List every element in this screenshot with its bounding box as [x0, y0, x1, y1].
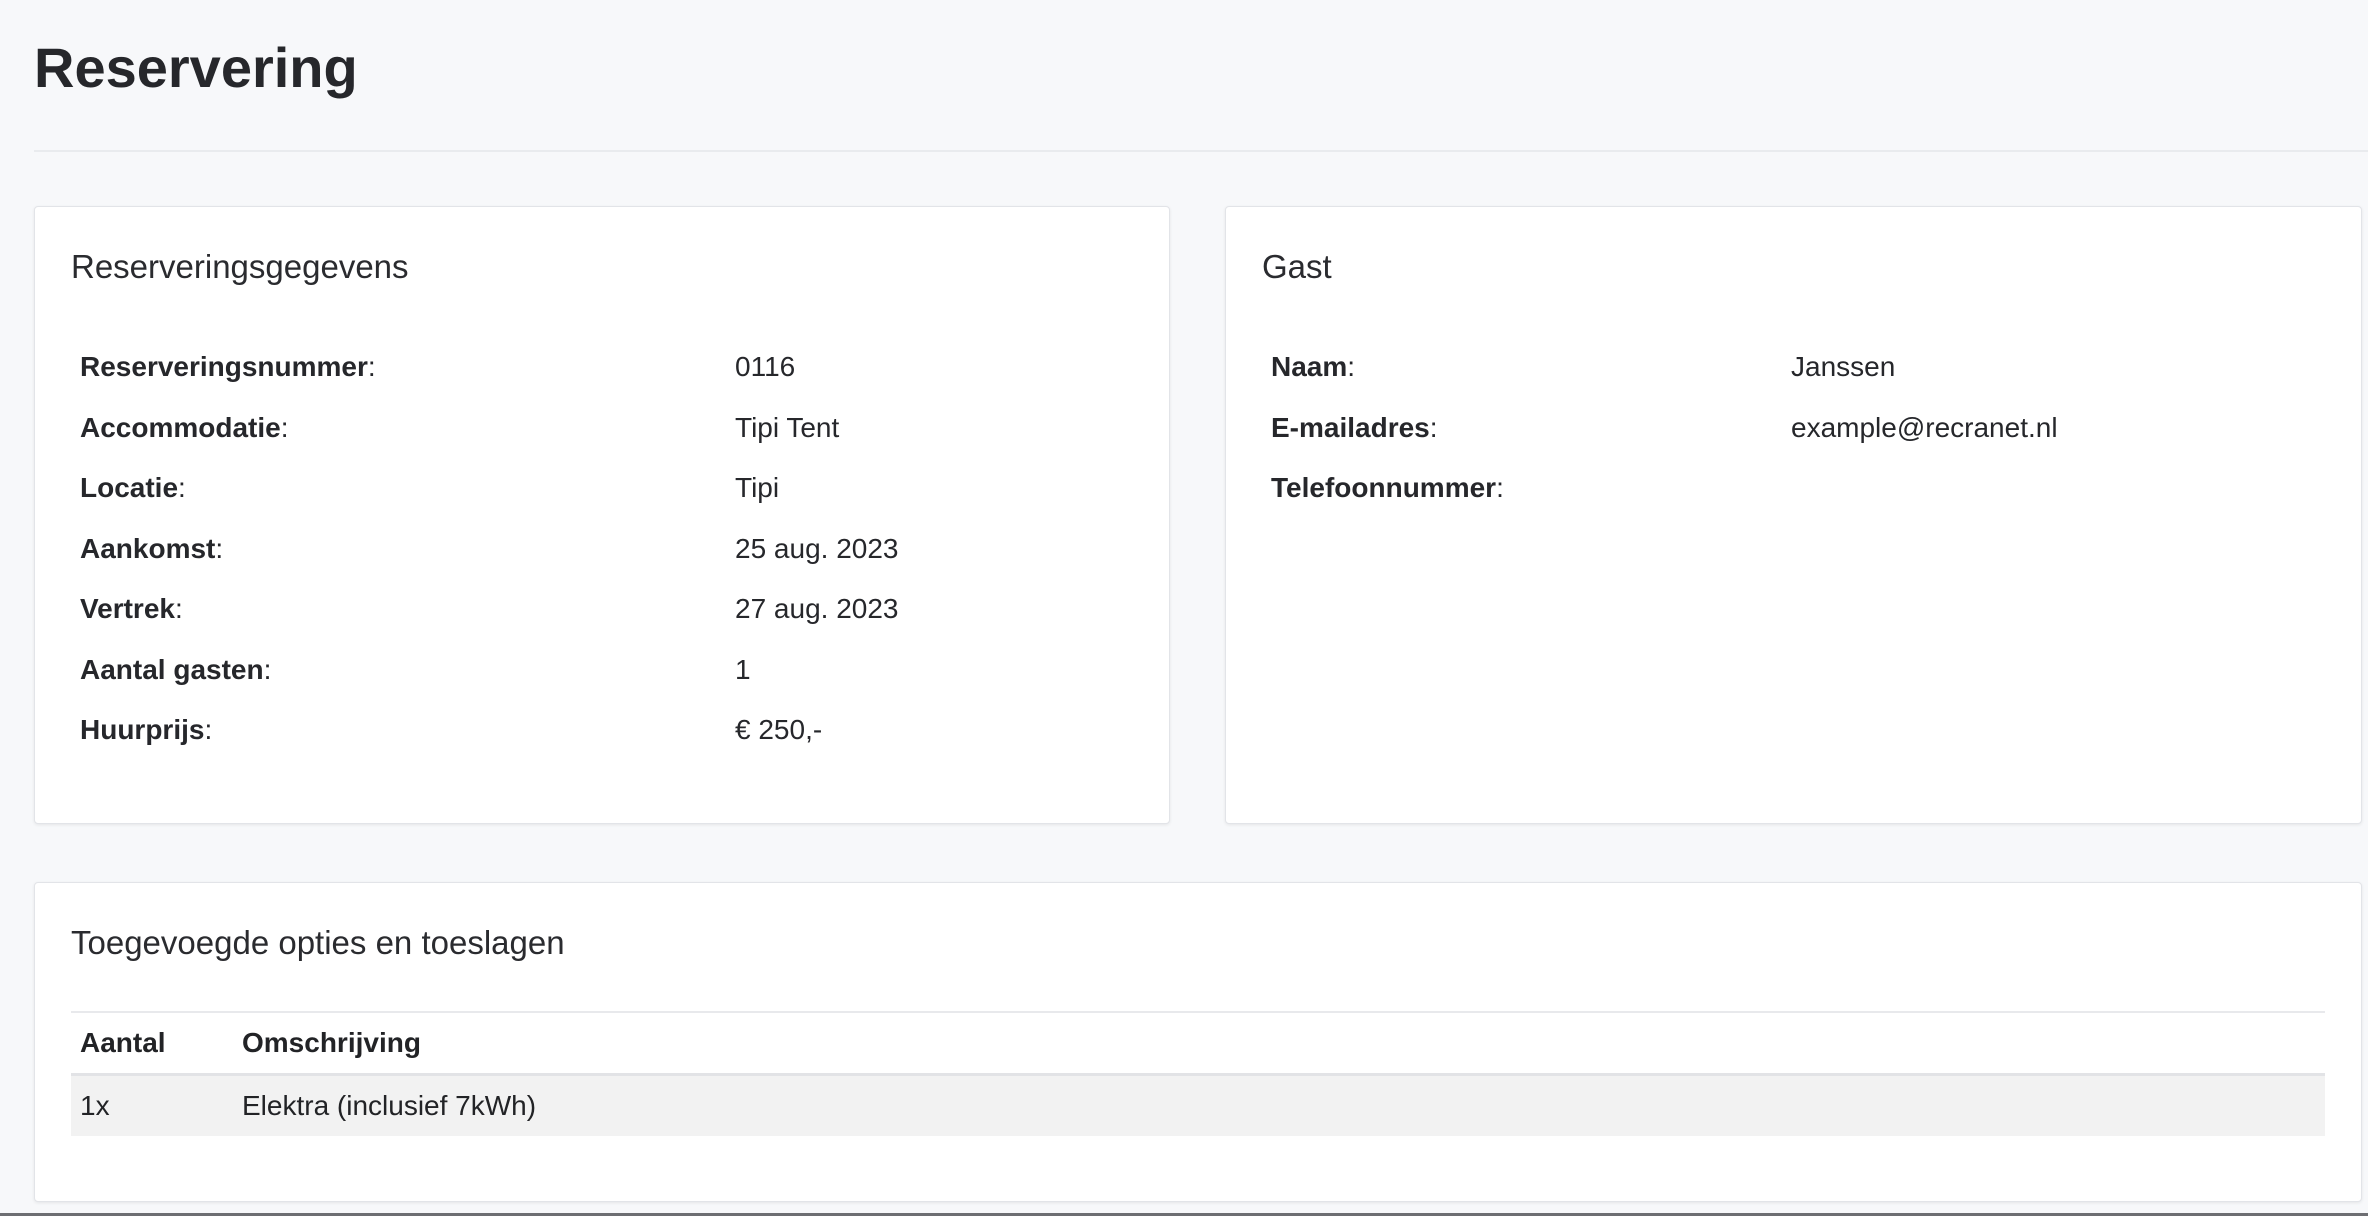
reservation-details-title: Reserveringsgegevens	[71, 248, 409, 285]
column-header-description: Omschrijving	[242, 1027, 421, 1058]
options-table: Aantal Omschrijving 1x Elektra (inclusie…	[71, 1011, 2325, 1136]
guest-card-title: Gast	[1262, 248, 1332, 285]
guest-card: Gast Naam: Janssen E-mailadres: example@…	[1225, 206, 2362, 824]
guest-name-label: Naam:	[1271, 351, 1356, 382]
reservation-number-value: 0116	[735, 351, 796, 382]
options-card: Toegevoegde opties en toeslagen Aantal O…	[34, 882, 2362, 1202]
guest-name-row: Naam: Janssen	[1262, 337, 2325, 398]
reservation-details-card: Reserveringsgegevens Reserveringsnummer:…	[34, 206, 1170, 824]
rental-price-row: Huurprijs: € 250,-	[71, 700, 1133, 761]
options-table-header: Aantal Omschrijving	[71, 1013, 2325, 1076]
guest-name-value: Janssen	[1791, 351, 1896, 382]
title-divider	[34, 150, 2368, 152]
guest-email-row: E-mailadres: example@recranet.nl	[1262, 398, 2325, 459]
departure-row: Vertrek: 27 aug. 2023	[71, 579, 1133, 640]
location-label: Locatie:	[80, 472, 186, 503]
arrival-row: Aankomst: 25 aug. 2023	[71, 519, 1133, 580]
location-value: Tipi	[735, 472, 780, 503]
guest-details-list: Naam: Janssen E-mailadres: example@recra…	[1262, 337, 2325, 519]
accommodation-value: Tipi Tent	[735, 411, 840, 443]
guest-phone-label: Telefoonnummer:	[1271, 472, 1504, 503]
guest-email-label: E-mailadres:	[1271, 411, 1438, 443]
accommodation-row: Accommodatie: Tipi Tent	[71, 398, 1133, 459]
location-row: Locatie: Tipi	[71, 458, 1133, 519]
guest-count-value: 1	[735, 653, 751, 685]
rental-price-label: Huurprijs:	[80, 714, 213, 745]
departure-value: 27 aug. 2023	[735, 593, 899, 624]
options-card-title: Toegevoegde opties en toeslagen	[71, 924, 565, 961]
page-title: Reservering	[34, 36, 358, 99]
accommodation-label: Accommodatie:	[80, 411, 289, 443]
guest-email-value: example@recranet.nl	[1791, 411, 2058, 443]
reservation-details-list: Reserveringsnummer: 0116 Accommodatie: T…	[71, 337, 1133, 761]
arrival-value: 25 aug. 2023	[735, 532, 899, 564]
arrival-label: Aankomst:	[80, 532, 224, 564]
departure-label: Vertrek:	[80, 593, 183, 624]
reservation-page: Reservering Reserveringsgegevens Reserve…	[0, 0, 2368, 1216]
column-header-quantity: Aantal	[80, 1027, 166, 1058]
guest-count-row: Aantal gasten: 1	[71, 640, 1133, 701]
option-quantity: 1x	[80, 1090, 110, 1121]
table-row: 1x Elektra (inclusief 7kWh)	[71, 1076, 2325, 1136]
guest-phone-row: Telefoonnummer:	[1262, 458, 2325, 519]
rental-price-value: € 250,-	[735, 714, 823, 745]
reservation-number-label: Reserveringsnummer:	[80, 351, 376, 382]
option-description: Elektra (inclusief 7kWh)	[242, 1090, 537, 1121]
reservation-number-row: Reserveringsnummer: 0116	[71, 337, 1133, 398]
guest-count-label: Aantal gasten:	[80, 653, 272, 685]
